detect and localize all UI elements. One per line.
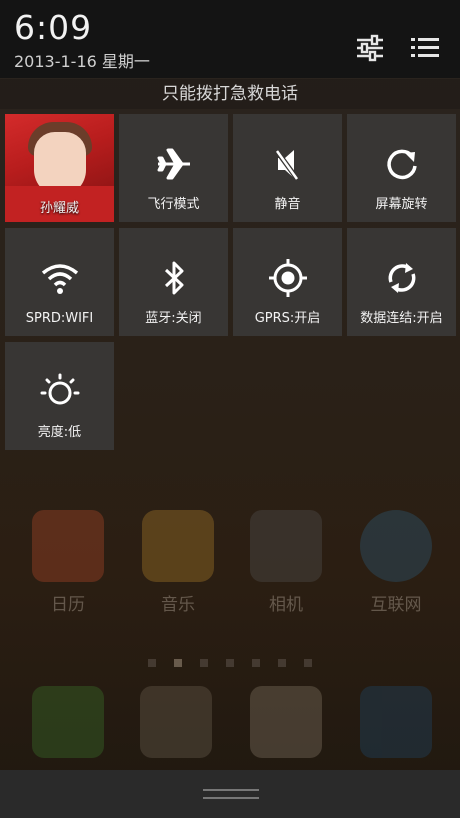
page-dot [200, 659, 208, 667]
dock-phone[interactable] [30, 686, 106, 766]
data-connection-tile[interactable]: 数据连结:开启 [347, 228, 456, 336]
sliders-icon[interactable] [356, 34, 384, 62]
camera-app[interactable]: 相机 [248, 510, 324, 615]
screen-rotation-tile[interactable]: 屏幕旋转 [347, 114, 456, 222]
page-dot [226, 659, 234, 667]
emergency-only-notice: 只能拨打急救电话 [0, 79, 460, 109]
camera-icon [250, 510, 322, 582]
brightness-tile[interactable]: 亮度:低 [5, 342, 114, 450]
calendar-app[interactable]: 日历 [30, 510, 106, 615]
notification-shade-screen: 日历 音乐 相机 互联网 6:09 2013-1-16 星期一 只能拨打急救电话… [0, 0, 460, 818]
speaker-icon [142, 510, 214, 582]
airplane-mode-tile[interactable]: 飞行模式 [119, 114, 228, 222]
tile-label: 蓝牙:关闭 [145, 311, 202, 326]
wifi-tile[interactable]: SPRD:WIFI [5, 228, 114, 336]
drag-handle-line [203, 789, 259, 791]
page-indicator [0, 652, 460, 671]
message-icon [250, 686, 322, 758]
gps-icon [269, 259, 307, 297]
gprs-tile[interactable]: GPRS:开启 [233, 228, 342, 336]
sync-icon [388, 263, 416, 293]
contacts-icon [140, 686, 212, 758]
bluetooth-icon [164, 261, 184, 295]
page-dot [304, 659, 312, 667]
calendar-icon [32, 510, 104, 582]
date-label: 2013-1-16 星期一 [14, 52, 150, 71]
drag-handle-line [203, 797, 259, 799]
list-icon[interactable] [411, 34, 439, 62]
tile-label: 数据连结:开启 [360, 311, 443, 326]
page-dot [278, 659, 286, 667]
tile-label: 亮度:低 [37, 425, 82, 440]
profile-name: 孙耀威 [39, 201, 79, 216]
bluetooth-tile[interactable]: 蓝牙:关闭 [119, 228, 228, 336]
rotate-icon [387, 149, 417, 180]
status-header: 6:09 2013-1-16 星期一 [0, 0, 460, 78]
app-label: 互联网 [370, 595, 422, 615]
browser-app[interactable]: 互联网 [358, 510, 434, 615]
mute-icon [273, 148, 301, 182]
phone-icon [32, 686, 104, 758]
dock-app-drawer[interactable] [358, 686, 434, 766]
tile-label: SPRD:WIFI [25, 311, 94, 326]
page-dot-active [174, 659, 182, 667]
page-dot [148, 659, 156, 667]
dock-messages[interactable] [248, 686, 324, 766]
page-dot [252, 659, 260, 667]
globe-icon [360, 510, 432, 582]
clock: 6:09 [14, 8, 93, 47]
tile-label: GPRS:开启 [254, 311, 321, 326]
tile-label: 屏幕旋转 [375, 197, 428, 212]
wifi-icon [41, 264, 79, 294]
music-app[interactable]: 音乐 [140, 510, 216, 615]
app-label: 音乐 [161, 595, 195, 615]
app-drawer-icon [360, 686, 432, 758]
tile-label: 飞行模式 [147, 197, 200, 212]
dock-contacts[interactable] [138, 686, 214, 766]
profile-tile[interactable]: 孙耀威 [5, 114, 114, 222]
app-label: 日历 [51, 595, 85, 615]
shade-drag-handle-bar[interactable] [0, 770, 460, 818]
brightness-icon [40, 373, 80, 405]
airplane-icon [157, 148, 190, 180]
tile-label: 静音 [274, 197, 301, 212]
mute-tile[interactable]: 静音 [233, 114, 342, 222]
app-label: 相机 [269, 595, 303, 615]
